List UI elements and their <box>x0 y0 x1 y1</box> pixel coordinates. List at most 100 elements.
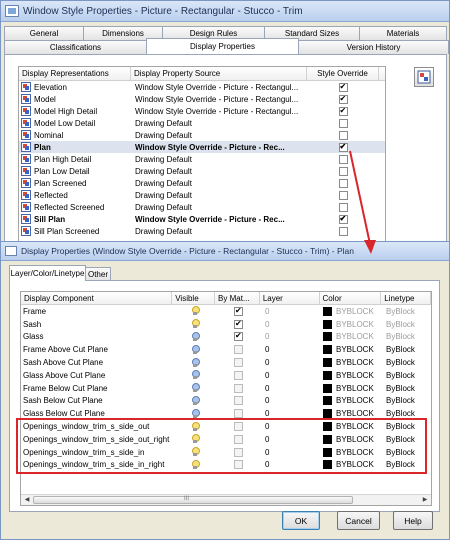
color-cell[interactable]: BYBLOCK <box>321 383 383 393</box>
col-display-component[interactable]: Display Component <box>21 292 173 304</box>
lightbulb-icon[interactable] <box>191 383 200 393</box>
by-material-checkbox[interactable] <box>234 409 243 419</box>
linetype-value[interactable]: ByBlock <box>383 384 431 393</box>
table-row[interactable]: Reflected Drawing Default <box>19 189 385 201</box>
table-row[interactable]: Reflected Screened Drawing Default <box>19 201 385 213</box>
by-material-checkbox[interactable] <box>234 383 243 393</box>
table-row[interactable]: Elevation Window Style Override - Picture… <box>19 81 385 93</box>
col-color[interactable]: Color <box>320 292 382 304</box>
by-material-checkbox[interactable] <box>234 396 243 406</box>
linetype-value[interactable]: ByBlock <box>383 371 431 380</box>
layer-value[interactable]: 0 <box>261 345 321 354</box>
col-style-override[interactable]: Style Override <box>307 67 379 80</box>
layer-value[interactable]: 0 <box>261 307 321 316</box>
linetype-value[interactable]: ByBlock <box>383 345 431 354</box>
table-row[interactable]: Plan Screened Drawing Default <box>19 177 385 189</box>
table-row[interactable]: Sill Plan Screened Drawing Default <box>19 225 385 237</box>
col-visible[interactable]: Visible <box>172 292 216 304</box>
cancel-button[interactable]: Cancel <box>337 511 380 530</box>
table-row[interactable]: Plan Low Detail Drawing Default <box>19 165 385 177</box>
by-material-checkbox[interactable] <box>234 331 243 342</box>
style-override-checkbox[interactable] <box>338 226 348 236</box>
table-row[interactable]: Sash Above Cut Plane 0 BYBLOCK ByBlock <box>21 356 431 369</box>
linetype-value[interactable]: ByBlock <box>383 409 431 418</box>
horizontal-scrollbar[interactable]: ◀ III ▶ <box>21 494 431 505</box>
table-row[interactable]: Glass Above Cut Plane 0 BYBLOCK ByBlock <box>21 369 431 382</box>
tab-layer-color-linetype[interactable]: Layer/Color/Linetype <box>9 265 86 281</box>
style-override-checkbox[interactable] <box>338 94 348 104</box>
help-button[interactable]: Help <box>393 511 433 530</box>
style-override-checkbox[interactable] <box>338 190 348 200</box>
table-row[interactable]: Plan Window Style Override - Picture - Re… <box>19 141 385 153</box>
style-override-checkbox[interactable] <box>338 142 348 152</box>
tab-general[interactable]: General <box>4 26 84 40</box>
table-row[interactable]: Frame Below Cut Plane 0 BYBLOCK ByBlock <box>21 382 431 395</box>
layer-value[interactable]: 0 <box>261 371 321 380</box>
col-layer[interactable]: Layer <box>260 292 320 304</box>
by-material-checkbox[interactable] <box>234 319 243 329</box>
edit-display-properties-button[interactable] <box>414 67 434 87</box>
lightbulb-icon[interactable] <box>191 319 200 329</box>
style-override-checkbox[interactable] <box>338 118 348 128</box>
style-override-checkbox[interactable] <box>338 214 348 224</box>
style-override-checkbox[interactable] <box>338 166 348 176</box>
col-display-property-source[interactable]: Display Property Source <box>131 67 307 80</box>
lightbulb-icon[interactable] <box>191 306 200 316</box>
table-row[interactable]: Nominal Drawing Default <box>19 129 385 141</box>
layer-value[interactable]: 0 <box>261 358 321 367</box>
table-row[interactable]: Sash 0 BYBLOCK ByBlock <box>21 318 431 331</box>
layer-value[interactable]: 0 <box>261 332 321 341</box>
table-row[interactable]: Model Low Detail Drawing Default <box>19 117 385 129</box>
layer-value[interactable]: 0 <box>261 396 321 405</box>
ok-button[interactable]: OK <box>282 511 320 530</box>
lightbulb-icon[interactable] <box>191 370 200 380</box>
linetype-value[interactable]: ByBlock <box>383 332 431 341</box>
col-display-representations[interactable]: Display Representations <box>19 67 131 80</box>
color-cell[interactable]: BYBLOCK <box>321 332 383 342</box>
style-override-checkbox[interactable] <box>338 106 348 116</box>
style-override-checkbox[interactable] <box>338 178 348 188</box>
scroll-thumb[interactable]: III <box>33 496 353 504</box>
color-cell[interactable]: BYBLOCK <box>321 358 383 368</box>
layer-value[interactable]: 0 <box>261 409 321 418</box>
table-row[interactable]: Frame 0 BYBLOCK ByBlock <box>21 305 431 318</box>
by-material-checkbox[interactable] <box>234 370 243 380</box>
color-cell[interactable]: BYBLOCK <box>321 319 383 329</box>
linetype-value[interactable]: ByBlock <box>383 358 431 367</box>
by-material-checkbox[interactable] <box>234 345 243 355</box>
color-cell[interactable]: BYBLOCK <box>321 396 383 406</box>
tab-version-history[interactable]: Version History <box>298 40 449 54</box>
scroll-left-icon[interactable]: ◀ <box>22 496 32 504</box>
linetype-value[interactable]: ByBlock <box>383 396 431 405</box>
style-override-checkbox[interactable] <box>338 202 348 212</box>
tab-materials[interactable]: Materials <box>359 26 447 40</box>
by-material-checkbox[interactable] <box>234 358 243 368</box>
table-row[interactable]: Sill Plan Window Style Override - Picture… <box>19 213 385 225</box>
col-linetype[interactable]: Linetype <box>381 292 431 304</box>
linetype-value[interactable]: ByBlock <box>383 307 431 316</box>
tab-display-properties[interactable]: Display Properties <box>146 38 299 54</box>
lightbulb-icon[interactable] <box>191 395 200 406</box>
style-override-checkbox[interactable] <box>338 130 348 140</box>
linetype-value[interactable]: ByBlock <box>383 320 431 329</box>
table-row[interactable]: Glass 0 BYBLOCK ByBlock <box>21 331 431 344</box>
table-row[interactable]: Model Window Style Override - Picture - R… <box>19 93 385 105</box>
style-override-checkbox[interactable] <box>338 154 348 164</box>
tab-other[interactable]: Other <box>85 267 111 281</box>
lightbulb-icon[interactable] <box>191 357 200 368</box>
by-material-checkbox[interactable] <box>234 306 243 316</box>
lightbulb-icon[interactable] <box>191 331 200 342</box>
color-cell[interactable]: BYBLOCK <box>321 306 383 316</box>
color-cell[interactable]: BYBLOCK <box>321 345 383 355</box>
color-cell[interactable]: BYBLOCK <box>321 370 383 380</box>
table-row[interactable]: Frame Above Cut Plane 0 BYBLOCK ByBlock <box>21 343 431 356</box>
layer-value[interactable]: 0 <box>261 384 321 393</box>
color-cell[interactable]: BYBLOCK <box>321 409 383 419</box>
scroll-right-icon[interactable]: ▶ <box>420 496 430 504</box>
table-row[interactable]: Plan High Detail Drawing Default <box>19 153 385 165</box>
lightbulb-icon[interactable] <box>191 344 200 355</box>
col-by-material[interactable]: By Mat... <box>215 292 260 304</box>
table-row[interactable]: Sash Below Cut Plane 0 BYBLOCK ByBlock <box>21 395 431 408</box>
tab-classifications[interactable]: Classifications <box>4 40 147 54</box>
table-row[interactable]: Model High Detail Window Style Override -… <box>19 105 385 117</box>
